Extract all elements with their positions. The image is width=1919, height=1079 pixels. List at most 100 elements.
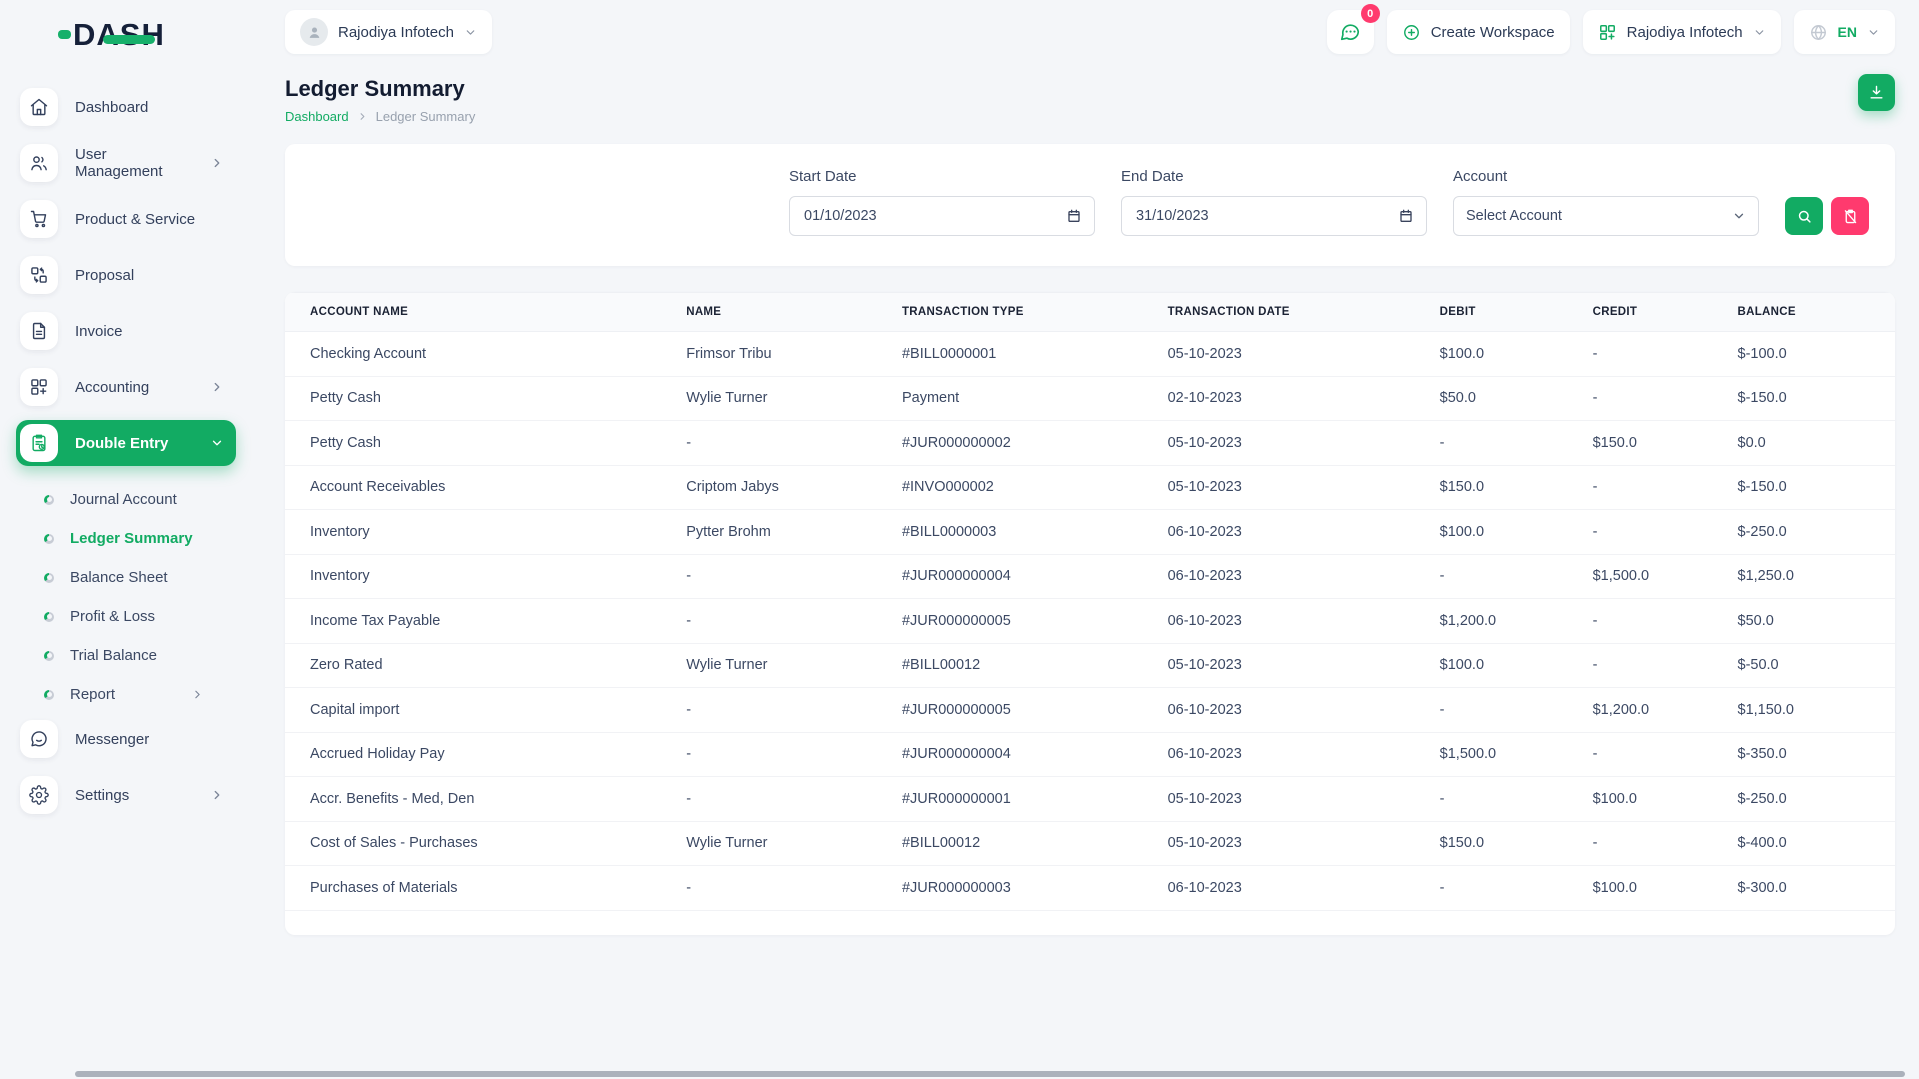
clipboard-slash-icon [1842,208,1859,225]
users-icon [20,144,58,182]
table-cell: - [1583,732,1728,777]
table-cell: - [1583,599,1728,644]
sidebar-item-double-entry[interactable]: Double Entry [16,420,236,466]
table-cell: $0.0 [1728,421,1896,466]
table-row: Petty CashWylie TurnerPayment02-10-2023$… [285,376,1895,421]
column-header-credit: CREDIT [1583,293,1728,332]
chevron-down-icon [1732,209,1746,223]
brand-logo[interactable]: DASH [0,12,250,56]
messages-button[interactable]: 0 [1327,10,1374,54]
end-date-input[interactable] [1134,207,1398,225]
sidebar-item-label: Messenger [75,731,224,748]
submenu-item-journal-account[interactable]: Journal Account [44,480,236,519]
submenu-item-balance-sheet[interactable]: Balance Sheet [44,558,236,597]
table-cell: - [1583,643,1728,688]
table-cell: $-300.0 [1728,866,1896,911]
start-date-field: Start Date [789,168,1095,236]
submenu-item-report[interactable]: Report [44,675,236,714]
company-selector[interactable]: Rajodiya Infotech [1583,10,1781,54]
table-row: Income Tax Payable-#JUR00000000506-10-20… [285,599,1895,644]
table-cell: - [676,777,892,822]
sidebar-item-messenger[interactable]: Messenger [16,716,236,762]
table-cell: $1,200.0 [1430,599,1583,644]
double-entry-submenu: Journal Account Ledger Summary Balance S… [16,476,236,716]
reset-button[interactable] [1831,197,1869,235]
table-cell: 06-10-2023 [1158,688,1430,733]
sidebar-item-user-management[interactable]: User Management [16,140,236,186]
table-cell: 05-10-2023 [1158,465,1430,510]
table-cell: Inventory [285,554,676,599]
breadcrumb: Dashboard Ledger Summary [285,109,1895,124]
table-cell: $50.0 [1728,599,1896,644]
table-header: ACCOUNT NAME NAME TRANSACTION TYPE TRANS… [285,293,1895,332]
sidebar-item-label: Proposal [75,267,224,284]
create-workspace-button[interactable]: Create Workspace [1387,10,1570,54]
column-header-debit: DEBIT [1430,293,1583,332]
chevron-right-icon [210,156,224,170]
table-cell: $-250.0 [1728,777,1896,822]
search-button[interactable] [1785,197,1823,235]
table-cell: 06-10-2023 [1158,732,1430,777]
submenu-item-ledger-summary[interactable]: Ledger Summary [44,519,236,558]
calendar-icon[interactable] [1066,208,1082,224]
table-cell: $-150.0 [1728,465,1896,510]
table-cell: - [676,866,892,911]
breadcrumb-dashboard-link[interactable]: Dashboard [285,109,349,124]
company-selector-label: Rajodiya Infotech [1627,24,1743,41]
table-cell: #JUR000000004 [892,554,1158,599]
workspace-avatar [300,18,328,46]
download-button[interactable] [1858,74,1895,111]
sidebar-item-settings[interactable]: Settings [16,772,236,818]
table-row: Checking AccountFrimsor Tribu#BILL000000… [285,332,1895,377]
table-cell: - [1430,421,1583,466]
table-cell: Zero Rated [285,643,676,688]
chevron-down-icon [1867,26,1880,39]
workspace-selector[interactable]: Rajodiya Infotech [285,10,492,54]
sidebar-item-proposal[interactable]: Proposal [16,252,236,298]
table-cell: $150.0 [1430,821,1583,866]
table-cell: #JUR000000004 [892,732,1158,777]
grid-plus-icon [1598,23,1617,42]
bullet-icon [44,495,54,505]
table-cell: Wylie Turner [676,376,892,421]
table-cell: Income Tax Payable [285,599,676,644]
sidebar-item-label: Accounting [75,379,193,396]
table-cell: $150.0 [1583,421,1728,466]
table-cell: 02-10-2023 [1158,376,1430,421]
table-cell: $100.0 [1583,777,1728,822]
bullet-icon [44,573,54,583]
table-cell: $50.0 [1430,376,1583,421]
table-row: Inventory-#JUR00000000406-10-2023-$1,500… [285,554,1895,599]
proposal-icon [20,256,58,294]
table-cell: $100.0 [1430,332,1583,377]
app-root: DASH Dashboard User Management [0,0,1919,1079]
horizontal-scrollbar[interactable] [75,1071,1905,1077]
calendar-icon[interactable] [1398,208,1414,224]
sidebar-item-accounting[interactable]: Accounting [16,364,236,410]
table-cell: 05-10-2023 [1158,421,1430,466]
table-cell: - [1583,510,1728,555]
table-row: InventoryPytter Brohm#BILL000000306-10-2… [285,510,1895,555]
page-title: Ledger Summary [285,76,1895,102]
table-cell: - [676,599,892,644]
table-cell: $1,200.0 [1583,688,1728,733]
account-select[interactable]: Select Account [1453,196,1759,236]
table-cell: 05-10-2023 [1158,777,1430,822]
table-cell: Purchases of Materials [285,866,676,911]
submenu-item-trial-balance[interactable]: Trial Balance [44,636,236,675]
table-cell: Account Receivables [285,465,676,510]
table-cell: Pytter Brohm [676,510,892,555]
table-row: Cost of Sales - PurchasesWylie Turner#BI… [285,821,1895,866]
submenu-item-profit-loss[interactable]: Profit & Loss [44,597,236,636]
sidebar-item-product-service[interactable]: Product & Service [16,196,236,242]
sidebar-item-dashboard[interactable]: Dashboard [16,84,236,130]
bullet-icon [44,690,54,700]
language-selector[interactable]: EN [1794,10,1895,54]
table-cell: - [676,421,892,466]
account-select-value: Select Account [1466,208,1732,224]
start-date-input[interactable] [802,207,1066,225]
sidebar-item-invoice[interactable]: Invoice [16,308,236,354]
language-label: EN [1838,24,1857,40]
table-cell: $-50.0 [1728,643,1896,688]
submenu-item-label: Trial Balance [70,647,157,664]
